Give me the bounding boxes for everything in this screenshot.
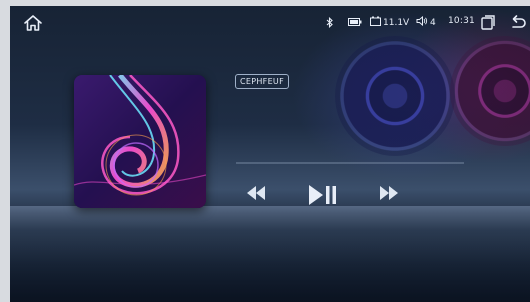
next-icon — [377, 186, 401, 206]
volume-status[interactable]: 4 — [416, 15, 436, 29]
track-label: CEPHFEUF — [235, 74, 289, 89]
bluetooth-icon — [326, 16, 334, 31]
home-icon[interactable] — [22, 12, 44, 34]
next-button[interactable] — [377, 184, 401, 206]
progress-bar[interactable] — [236, 162, 464, 164]
speaker-icon — [416, 15, 428, 29]
clock: 10:31 — [448, 16, 475, 26]
car-battery-status: 11.1V — [370, 16, 409, 29]
status-bar: 11.1V 4 10:31 — [10, 6, 530, 40]
background-floor — [10, 206, 530, 302]
media-player-screen: 11.1V 4 10:31 CEPHFEUF — [10, 6, 530, 302]
background-speaker-art — [450, 36, 530, 146]
back-icon[interactable] — [508, 12, 528, 35]
car-battery-icon — [370, 16, 381, 29]
previous-button[interactable] — [244, 184, 268, 206]
volume-level: 4 — [430, 17, 436, 28]
play-pause-button[interactable] — [307, 184, 339, 210]
album-art[interactable] — [74, 75, 206, 208]
recent-apps-icon[interactable] — [480, 14, 496, 33]
battery-icon — [348, 18, 362, 29]
play-pause-icon — [307, 185, 339, 210]
background-speaker-art — [335, 36, 455, 156]
voltage-readout: 11.1V — [383, 17, 410, 28]
previous-icon — [244, 186, 268, 206]
